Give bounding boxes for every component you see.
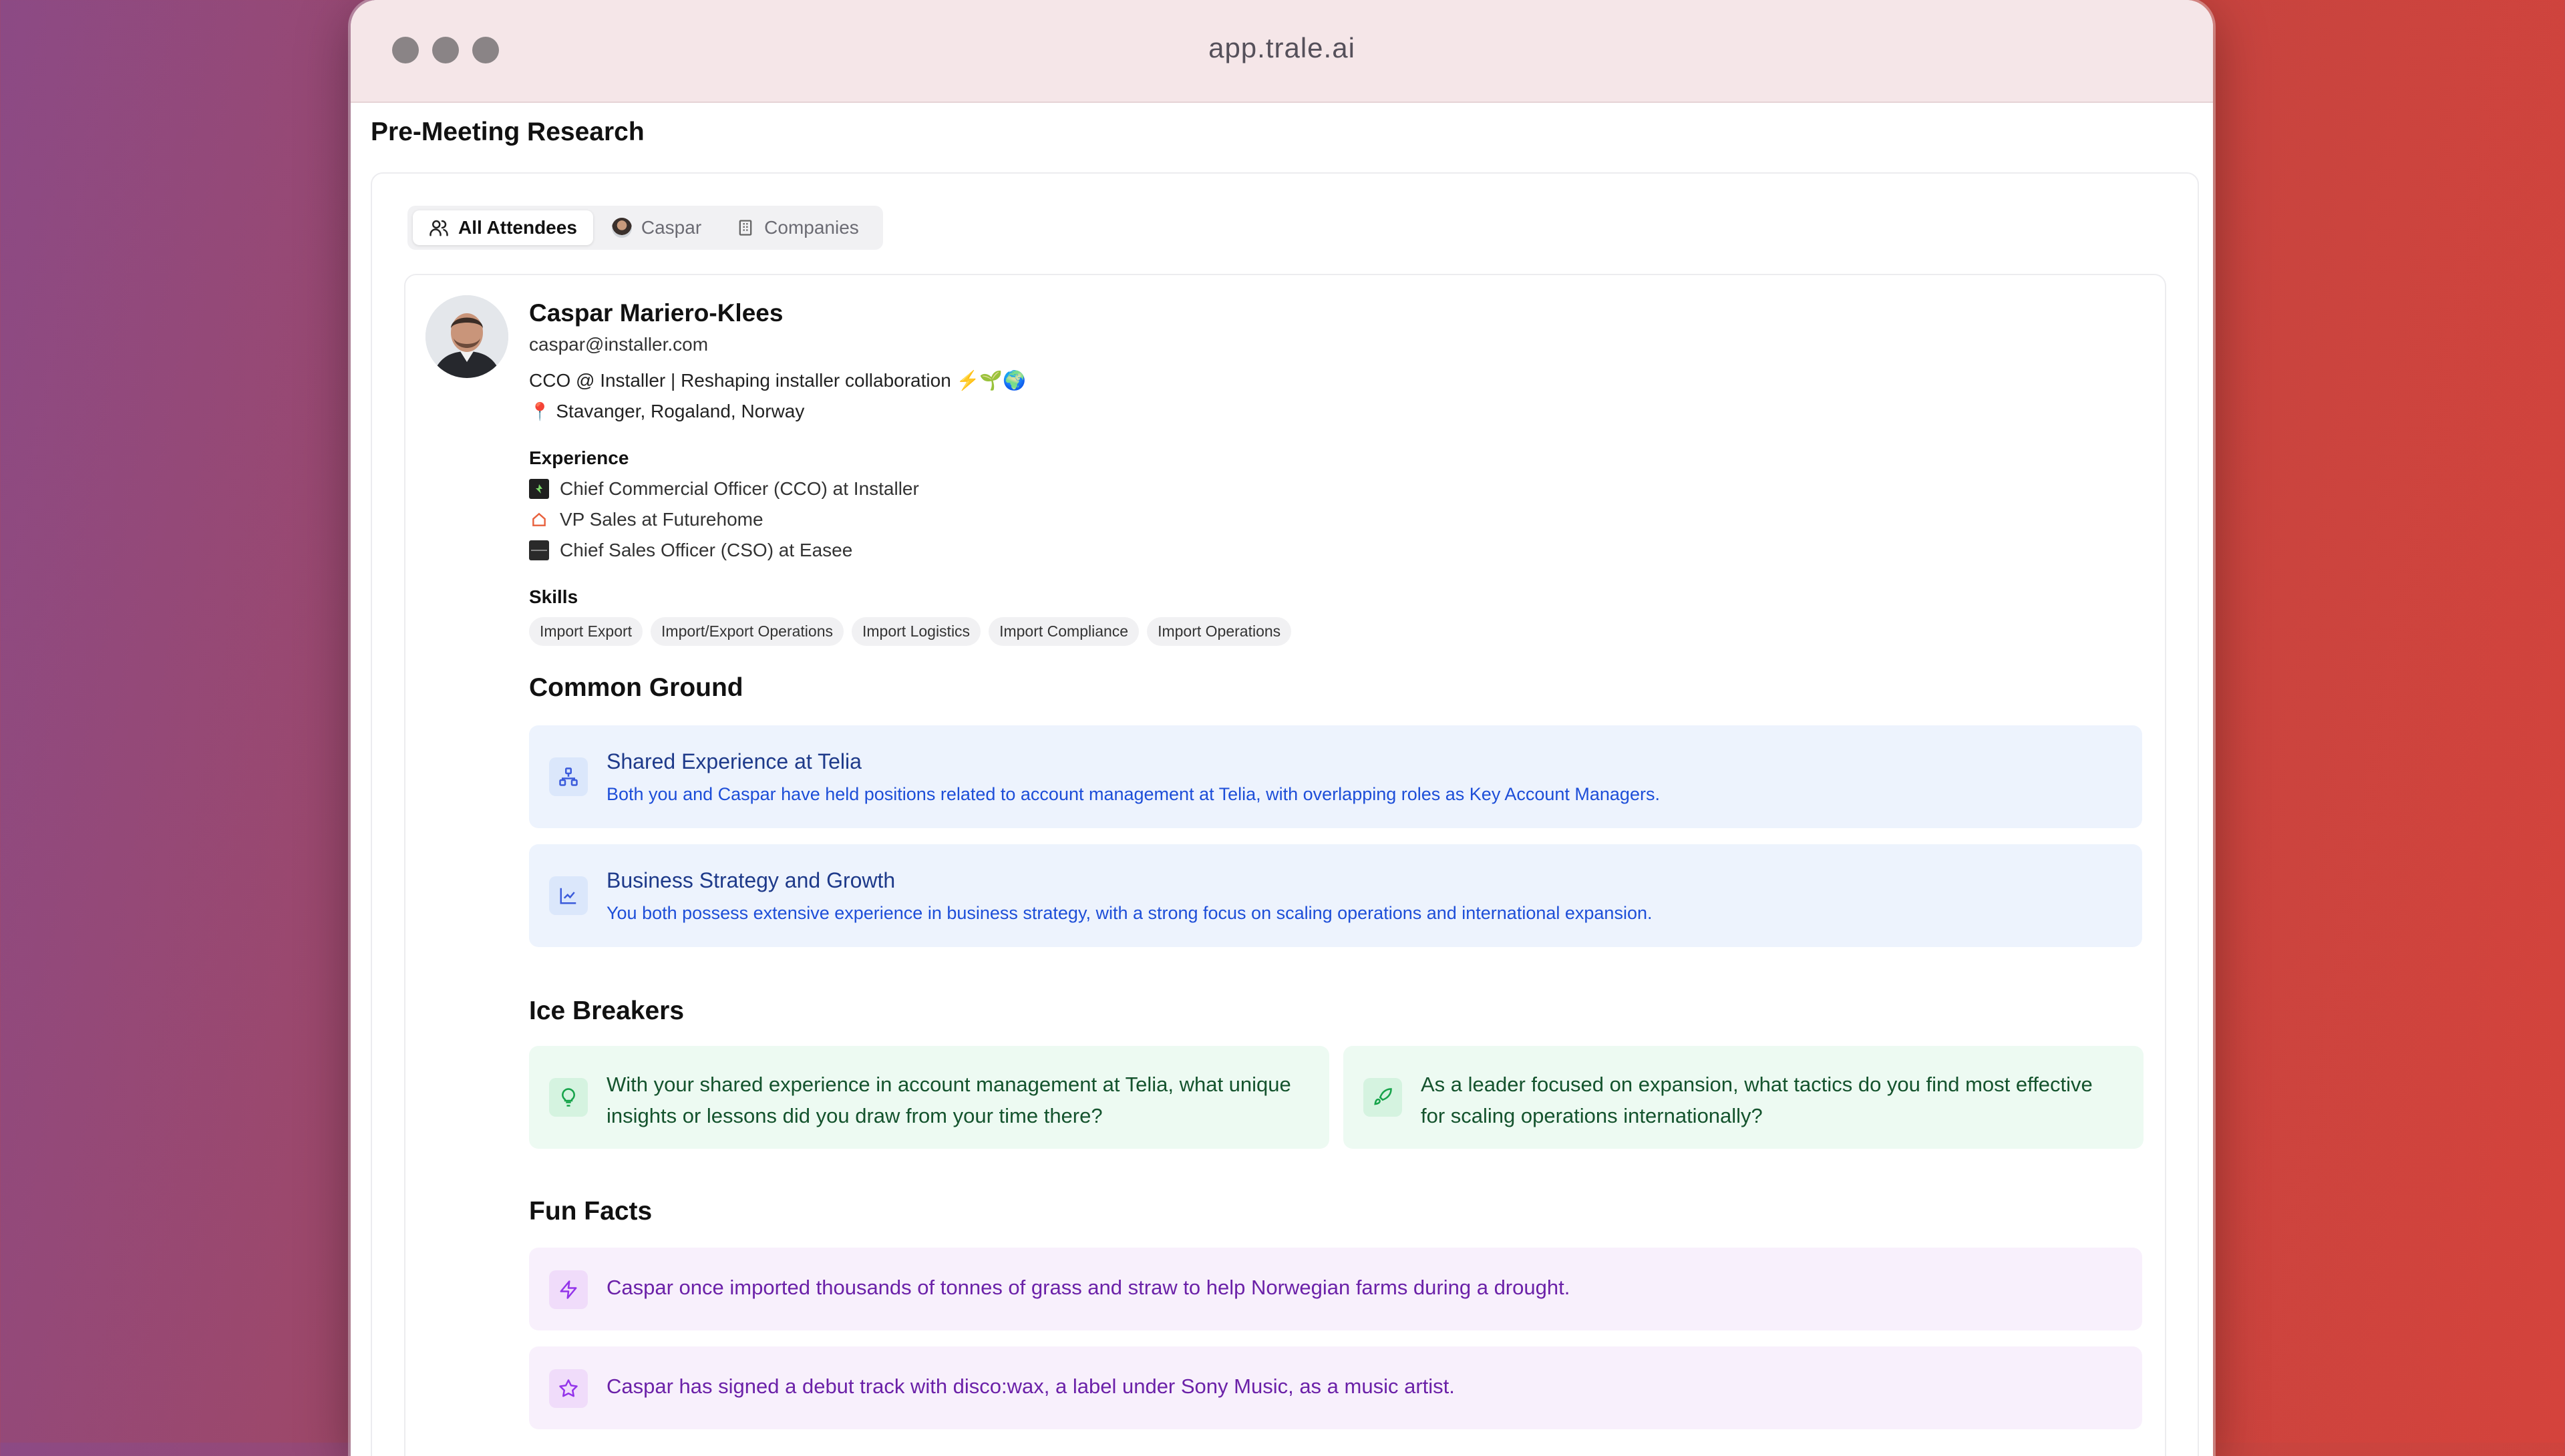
fun-fact-text: Caspar once imported thousands of tonnes… bbox=[607, 1276, 1570, 1299]
page-title: Pre-Meeting Research bbox=[371, 118, 645, 146]
skills-list: Import Export Import/Export Operations I… bbox=[529, 617, 1299, 646]
network-icon bbox=[549, 757, 588, 796]
attendee-headline: CCO @ Installer | Reshaping installer co… bbox=[529, 370, 1027, 391]
lightbulb-icon bbox=[549, 1078, 588, 1117]
tab-label: Companies bbox=[764, 217, 859, 238]
experience-text: VP Sales at Futurehome bbox=[560, 509, 763, 530]
common-ground-title: Business Strategy and Growth bbox=[607, 868, 896, 892]
tab-companies[interactable]: Companies bbox=[720, 210, 875, 245]
skills-label: Skills bbox=[529, 586, 578, 607]
attendee-name: Caspar Mariero-Klees bbox=[529, 299, 784, 327]
common-ground-title: Shared Experience at Telia bbox=[607, 749, 862, 773]
ice-breaker-text: As a leader focused on expansion, what t… bbox=[1421, 1073, 2093, 1127]
experience-text: Chief Sales Officer (CSO) at Easee bbox=[560, 540, 853, 560]
attendee-profile-card: Caspar Mariero-Klees caspar@installer.co… bbox=[404, 274, 2166, 1456]
attendee-location: 📍 Stavanger, Rogaland, Norway bbox=[529, 401, 804, 422]
avatar bbox=[425, 295, 508, 378]
tab-caspar[interactable]: Caspar bbox=[596, 210, 717, 245]
attendee-email[interactable]: caspar@installer.com bbox=[529, 334, 708, 355]
skill-chip: Import Logistics bbox=[852, 617, 981, 646]
experience-text: Chief Commercial Officer (CCO) at Instal… bbox=[560, 478, 919, 499]
browser-window: app.trale.ai Pre-Meeting Research All At… bbox=[351, 0, 2213, 1456]
users-icon bbox=[429, 218, 449, 238]
easee-logo-icon bbox=[529, 540, 549, 560]
experience-item: Chief Sales Officer (CSO) at Easee bbox=[529, 540, 852, 561]
map-pin-icon: 📍 bbox=[529, 401, 551, 421]
research-panel: All Attendees Caspar Companies Caspar Ma… bbox=[371, 172, 2199, 1456]
location-text: Stavanger, Rogaland, Norway bbox=[556, 401, 805, 421]
skill-chip: Import Compliance bbox=[989, 617, 1140, 646]
common-ground-item: Shared Experience at Telia Both you and … bbox=[529, 725, 2142, 828]
address-bar-url[interactable]: app.trale.ai bbox=[351, 32, 2213, 64]
fun-facts-heading: Fun Facts bbox=[529, 1197, 653, 1226]
attendee-tabs: All Attendees Caspar Companies bbox=[407, 206, 883, 250]
ice-breaker-text: With your shared experience in account m… bbox=[607, 1073, 1291, 1127]
experience-item: Chief Commercial Officer (CCO) at Instal… bbox=[529, 478, 919, 500]
rocket-icon bbox=[1363, 1078, 1402, 1117]
skill-chip: Import Export bbox=[529, 617, 643, 646]
tab-label: Caspar bbox=[641, 217, 702, 238]
common-ground-text: Both you and Caspar have held positions … bbox=[607, 784, 1660, 804]
tab-label: All Attendees bbox=[458, 217, 577, 238]
zap-icon bbox=[549, 1270, 588, 1309]
futurehome-logo-icon bbox=[529, 510, 549, 530]
experience-item: VP Sales at Futurehome bbox=[529, 509, 763, 530]
skill-chip: Import/Export Operations bbox=[651, 617, 844, 646]
common-ground-text: You both possess extensive experience in… bbox=[607, 903, 1653, 923]
common-ground-item: Business Strategy and Growth You both po… bbox=[529, 844, 2142, 947]
fun-fact-text: Caspar has signed a debut track with dis… bbox=[607, 1375, 1455, 1398]
fun-fact-item: Caspar has signed a debut track with dis… bbox=[529, 1346, 2142, 1429]
building-icon bbox=[736, 218, 755, 237]
avatar-icon bbox=[611, 218, 632, 238]
chart-line-icon bbox=[549, 876, 588, 915]
experience-label: Experience bbox=[529, 447, 629, 468]
ice-breaker-item: As a leader focused on expansion, what t… bbox=[1343, 1046, 2144, 1149]
skill-chip: Import Operations bbox=[1147, 617, 1292, 646]
common-ground-heading: Common Ground bbox=[529, 673, 743, 702]
installer-logo-icon bbox=[529, 479, 549, 499]
tab-all-attendees[interactable]: All Attendees bbox=[413, 210, 593, 245]
star-icon bbox=[549, 1369, 588, 1408]
ice-breakers-heading: Ice Breakers bbox=[529, 996, 685, 1025]
fun-fact-item: Caspar once imported thousands of tonnes… bbox=[529, 1248, 2142, 1330]
ice-breaker-item: With your shared experience in account m… bbox=[529, 1046, 1329, 1149]
title-bar: app.trale.ai bbox=[351, 0, 2213, 103]
